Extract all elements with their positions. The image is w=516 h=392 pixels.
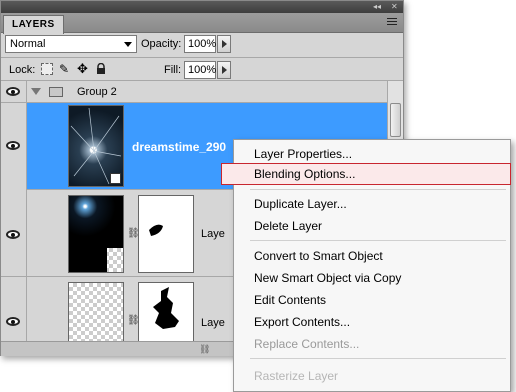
- collapse-icon[interactable]: ◂◂: [373, 1, 381, 13]
- layer-name: Laye: [201, 317, 225, 329]
- eye-icon: [6, 230, 20, 239]
- lock-position-icon[interactable]: ✥: [77, 62, 89, 75]
- menu-item-new-smart-object-via-copy[interactable]: New Smart Object via Copy: [234, 268, 510, 288]
- opacity-slider-button[interactable]: [217, 35, 231, 53]
- menu-item-blending-options[interactable]: Blending Options...: [221, 163, 511, 185]
- layer-row-group[interactable]: Group 2: [1, 81, 403, 103]
- visibility-toggle[interactable]: [1, 277, 27, 341]
- visibility-toggle[interactable]: [1, 190, 27, 277]
- panel-titlebar[interactable]: ◂◂ ✕: [1, 1, 403, 13]
- menu-item-export-contents[interactable]: Export Contents...: [234, 312, 510, 332]
- fill-slider-button[interactable]: [217, 61, 231, 79]
- layer-mask-thumbnail[interactable]: [138, 282, 194, 341]
- menu-item-layer-properties[interactable]: Layer Properties...: [234, 144, 510, 164]
- lock-all-icon[interactable]: [95, 62, 107, 75]
- blend-mode-value: Normal: [10, 38, 46, 50]
- layer-mask-thumbnail[interactable]: [138, 195, 194, 273]
- menu-separator: [250, 358, 506, 359]
- lock-image-icon[interactable]: ✎: [59, 63, 71, 75]
- lock-transparent-icon[interactable]: [41, 63, 53, 75]
- expand-triangle-icon[interactable]: [31, 88, 41, 95]
- menu-separator: [250, 240, 506, 241]
- menu-item-delete-layer[interactable]: Delete Layer: [234, 216, 510, 236]
- eye-icon: [6, 141, 20, 150]
- layer-thumbnail: [68, 195, 124, 273]
- tab-layers[interactable]: LAYERS: [3, 15, 64, 34]
- opacity-label: Opacity:: [141, 38, 182, 50]
- lock-label: Lock:: [9, 64, 36, 76]
- layer-thumbnail: [68, 282, 124, 341]
- blend-mode-select[interactable]: Normal: [5, 35, 137, 53]
- fill-input[interactable]: 100%: [184, 61, 216, 79]
- layer-name: Laye: [201, 228, 225, 240]
- smart-object-badge-icon: [110, 173, 121, 184]
- eye-icon: [6, 317, 20, 326]
- layer-thumbnail: [68, 105, 124, 187]
- chevron-down-icon: [124, 42, 132, 47]
- close-icon[interactable]: ✕: [391, 1, 398, 13]
- folder-icon: [49, 87, 63, 97]
- menu-item-edit-contents[interactable]: Edit Contents: [234, 290, 510, 310]
- menu-item-convert-to-smart-object[interactable]: Convert to Smart Object: [234, 246, 510, 266]
- menu-separator: [250, 189, 506, 190]
- panel-tab-row: LAYERS: [1, 13, 403, 34]
- panel-menu-icon[interactable]: [387, 18, 397, 27]
- visibility-toggle[interactable]: [1, 81, 27, 103]
- layer-name: dreamstime_290: [132, 140, 227, 154]
- fill-label: Fill:: [164, 64, 182, 76]
- divider: [1, 57, 403, 58]
- menu-item-duplicate-layer[interactable]: Duplicate Layer...: [234, 194, 510, 214]
- scrollbar-thumb[interactable]: [390, 103, 401, 137]
- opacity-input[interactable]: 100%: [184, 35, 216, 53]
- context-menu: Layer Properties... Blending Options... …: [221, 139, 511, 392]
- eye-icon: [6, 87, 20, 96]
- menu-item-rasterize-layer: Rasterize Layer: [254, 369, 339, 383]
- layer-name: Group 2: [77, 86, 117, 98]
- link-layers-icon[interactable]: ⛓: [199, 344, 210, 355]
- menu-item-replace-contents: Replace Contents...: [254, 337, 360, 351]
- visibility-toggle[interactable]: [1, 103, 27, 190]
